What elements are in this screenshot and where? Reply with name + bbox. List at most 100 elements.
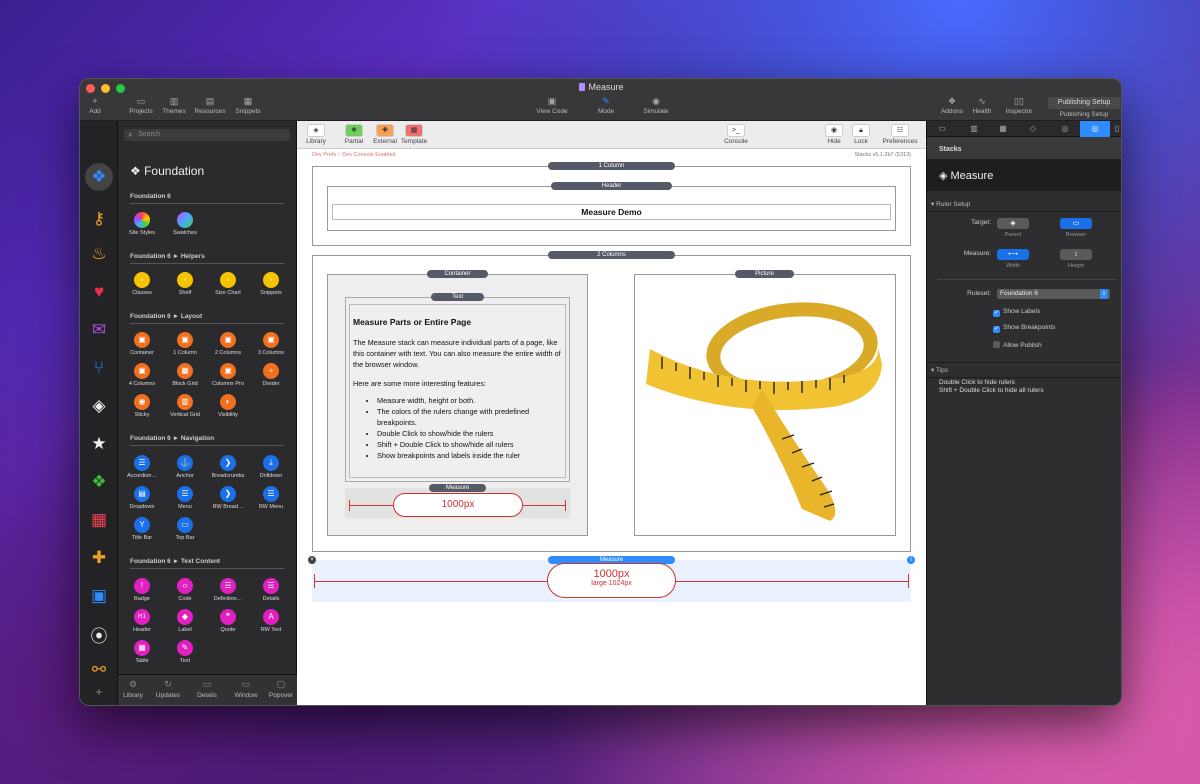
publishing-setup-button[interactable]: Publishing Setup [1048,97,1120,109]
inspector-tab-stacks-icon[interactable]: ◎ [1080,121,1110,137]
library-item-table[interactable]: ▦ Table [122,640,162,664]
inspector-tab-grid-icon[interactable]: ▦ [996,123,1010,134]
library-item-rw-breadcrumbs[interactable]: ❯ RW Bread… [208,486,248,510]
library-item-columns-pro[interactable]: ▣ Columns Pro [208,363,248,387]
hide-button[interactable]: ◉ Hide [823,124,845,145]
library-item-vertical-grid[interactable]: ▥ Vertical Grid [165,394,205,418]
themes-icon: ▥ [169,96,179,106]
preferences-button[interactable]: ☷ Preferences [880,124,920,145]
library-item-code[interactable]: ‹› Code [165,578,205,602]
library-item-size-chart[interactable]: ◦ Size Chart [208,272,248,296]
lock-button[interactable]: 🔒︎ Lock [850,124,872,145]
library-item-classes[interactable]: ◦ Classes [122,272,162,296]
resources-button[interactable]: ▤ Resources [192,96,228,115]
puzzle-category-icon[interactable]: ✚ [86,545,112,571]
flame-category-icon[interactable]: ♨ [86,241,112,267]
inspector-tab-more-icon[interactable]: ▯ [1112,123,1121,134]
library-item-sticky[interactable]: ◉ Sticky [122,394,162,418]
library-item-snippets[interactable]: ◦ Snippets [251,272,291,296]
branch-category-icon[interactable]: ⑂ [86,355,112,381]
library-item-accordion[interactable]: ☰ Accordion… [122,455,162,479]
measure-width-button[interactable]: ⟷ [997,249,1029,260]
library-item-badge[interactable]: ! Badge [122,578,162,602]
mail-category-icon[interactable]: ✉ [86,317,112,343]
library-item-site-styles[interactable]: Site Styles [122,212,162,236]
projects-button[interactable]: ▭ Projects [126,96,156,115]
cube-category-icon[interactable]: ◈ [86,393,112,419]
library-item-2-columns[interactable]: ▣ 2 Columns [208,332,248,356]
star-category-icon[interactable]: ★ [86,431,112,457]
library-item-divider[interactable]: ÷ Divider [251,363,291,387]
document-icon [579,83,586,91]
add-button[interactable]: + Add [85,96,105,115]
snippets-button[interactable]: ▦ Snippets [232,96,264,115]
popover-tab[interactable]: ▢ Popover [266,679,296,699]
library-item-breadcrumbs[interactable]: ❯ Breadcrumbs [208,455,248,479]
measure-height-button[interactable]: ↕ [1060,249,1092,260]
library-item-container[interactable]: ▣ Container [122,332,162,356]
library-item-text[interactable]: ✎ Text [165,640,205,664]
inspector-tab-layout-icon[interactable]: ▥ [967,123,981,134]
allow-publish-checkbox[interactable]: Allow Publish [993,341,1042,349]
tips-section[interactable]: ▾ Tips [927,362,1121,378]
image-category-icon[interactable]: ▣ [86,583,112,609]
library-item-rw-text[interactable]: A RW Text [251,609,291,633]
key-category-icon[interactable]: ⚷ [86,206,112,232]
library-item-shelf[interactable]: ◦ Shelf [165,272,205,296]
library-item-visibility[interactable]: ◐ Visibility [208,394,248,418]
mode-button[interactable]: ✎ Mode [592,96,620,115]
library-item-definition[interactable]: ☰ Definition… [208,578,248,602]
partial-button[interactable]: ❖ Partial [343,124,365,145]
inspector-tab-page-icon[interactable]: ▭ [935,123,949,134]
ruleset-select[interactable]: Foundation 6 ⇕ [997,289,1110,299]
library-item-anchor[interactable]: ⚓ Anchor [165,455,205,479]
inspector-button[interactable]: ▯▯ Inspector [1000,96,1038,115]
updates-tab[interactable]: ↻ Updates [154,679,182,699]
window-tab[interactable]: ▭ Window [232,679,260,699]
inspector-stack-title: ◈ Measure [939,170,994,182]
console-button[interactable]: >_ Console [723,124,749,145]
heart-category-icon[interactable]: ♥ [86,279,112,305]
remove-stack-icon[interactable]: × [308,556,316,564]
info-icon[interactable]: i [907,556,915,564]
map-pin-category-icon[interactable]: ⦿ [86,621,112,647]
addons-button[interactable]: ❖ Addons [938,96,966,115]
library-tab[interactable]: ⚙ Library [121,679,145,699]
library-item-4-columns[interactable]: ▣ 4 Columns [122,363,162,387]
external-button[interactable]: ✚ External [371,124,399,145]
ruler-setup-section[interactable]: ▾ Ruler Setup [927,200,1121,212]
themes-button[interactable]: ▥ Themes [160,96,188,115]
library-item-quote[interactable]: ❞ Quote [208,609,248,633]
foundation-category-icon[interactable]: ❖ [85,163,113,191]
library-item-label[interactable]: ◆ Label [165,609,205,633]
target-parent-button[interactable]: ◈ [997,218,1029,229]
library-item-details[interactable]: ☰ Details [251,578,291,602]
show-labels-checkbox[interactable]: ✓ Show Labels [993,308,1040,317]
library-item-title-bar[interactable]: Y Title Bar [122,517,162,541]
library-item-drilldown[interactable]: ⤓ Drilldown [251,455,291,479]
library-item-top-bar[interactable]: ▭ Top Bar [165,517,205,541]
library-item-menu[interactable]: ☰ Menu [165,486,205,510]
view-code-button[interactable]: ▣ View Code [532,96,572,115]
definition-icon: ☰ [220,578,236,594]
library-item-block-grid[interactable]: ▦ Block Grid [165,363,205,387]
library-item-swatches[interactable]: Swatches [165,212,205,236]
inspector-tab-target-icon[interactable]: ◎ [1058,123,1072,134]
health-button[interactable]: ∿ Health [969,96,995,115]
canvas-library-button[interactable]: ◈ Library [305,124,327,145]
target-browser-button[interactable]: ▭ [1060,218,1092,229]
details-tab[interactable]: ▭ Details [194,679,220,699]
simulate-button[interactable]: ◉ Simulate [638,96,674,115]
add-category-icon[interactable]: + [86,679,112,705]
library-item-3-columns[interactable]: ▣ 3 Columns [251,332,291,356]
library-item-1-column[interactable]: ▣ 1 Column [165,332,205,356]
grid-category-icon[interactable]: ▦ [86,507,112,533]
library-search-input[interactable]: ⌕ Search [124,129,290,141]
stacks-category-icon[interactable]: ❖ [86,469,112,495]
library-item-rw-menu[interactable]: ☰ RW Menu [251,486,291,510]
show-breakpoints-checkbox[interactable]: ✓ Show Breakpoints [993,324,1055,333]
library-item-header[interactable]: H1 Header [122,609,162,633]
library-item-dropdown[interactable]: ▤ Dropdown [122,486,162,510]
inspector-tab-tag-icon[interactable]: ◇ [1026,123,1040,134]
template-button[interactable]: ▦ Template [399,124,429,145]
